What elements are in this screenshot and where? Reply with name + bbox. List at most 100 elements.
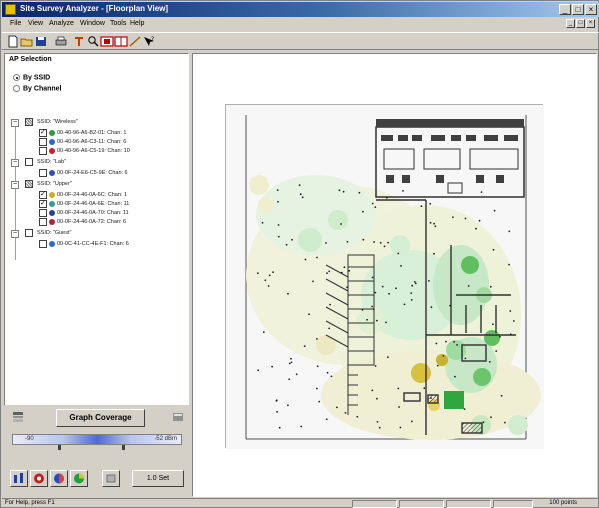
survey-point: [271, 365, 273, 368]
survey-point: [508, 230, 511, 233]
floorplan-canvas[interactable]: [225, 104, 544, 449]
slider-thumb-min[interactable]: [58, 445, 61, 450]
survey-point: [464, 357, 467, 360]
survey-point: [308, 313, 310, 316]
grid-icon[interactable]: [114, 35, 128, 48]
tree-group-ssid[interactable]: − SSID: "Upper": [9, 180, 72, 190]
ap-list-button[interactable]: [10, 470, 28, 487]
survey-point: [336, 406, 338, 409]
radio-by-channel[interactable]: By Channel: [13, 85, 62, 92]
survey-point: [304, 258, 307, 261]
menu-view[interactable]: View: [28, 20, 43, 27]
survey-point: [480, 191, 483, 193]
new-icon[interactable]: [6, 35, 20, 48]
group-checkbox[interactable]: [25, 229, 33, 237]
print-icon[interactable]: [54, 35, 68, 48]
collapse-icon[interactable]: −: [11, 181, 19, 189]
survey-point: [512, 320, 515, 322]
title-bar[interactable]: Site Survey Analyzer - [Floorplan View] …: [2, 2, 599, 17]
signal-range-slider[interactable]: -90 -52 dBm: [12, 434, 182, 445]
survey-point: [276, 411, 278, 413]
menu-tools[interactable]: Tools: [110, 20, 126, 27]
filter-icon[interactable]: [72, 35, 86, 48]
ap-checkbox[interactable]: [39, 209, 47, 217]
group-checkbox[interactable]: [25, 158, 33, 166]
mdi-restore-button[interactable]: □: [576, 19, 585, 28]
group-checkbox[interactable]: [25, 118, 33, 126]
survey-point: [402, 190, 404, 192]
help-icon[interactable]: ?: [142, 35, 156, 48]
ap-color-swatch: [49, 170, 55, 176]
ap-checkbox[interactable]: [39, 199, 47, 208]
tree-ap-item[interactable]: 00-40-96-A6-C5-19: Chan: 10: [39, 147, 130, 156]
mdi-minimize-button[interactable]: _: [566, 19, 575, 28]
ap-checkbox[interactable]: [39, 147, 47, 155]
survey-point: [495, 350, 498, 352]
ap-icon[interactable]: [100, 35, 114, 48]
floorplan-view[interactable]: [192, 53, 597, 497]
save-icon[interactable]: [34, 35, 48, 48]
signal-view-button[interactable]: [30, 470, 48, 487]
survey-point: [452, 216, 454, 219]
tree-ap-item[interactable]: 00-0F-24-46-0A-70: Chan: 11: [39, 209, 129, 218]
slider-thumb-max[interactable]: [122, 445, 125, 450]
tree-group-ssid[interactable]: − SSID: "Guest": [9, 229, 71, 239]
ap-checkbox[interactable]: [39, 218, 47, 226]
graph-coverage-button[interactable]: Graph Coverage: [56, 409, 145, 427]
set-button[interactable]: 1.0 Set: [132, 470, 184, 487]
menu-help[interactable]: Help: [130, 20, 144, 27]
survey-point: [338, 189, 341, 192]
survey-point: [429, 221, 432, 224]
sinr-view-button[interactable]: [70, 470, 88, 487]
status-bar: For Help, press F1 100 points: [2, 498, 599, 508]
survey-point: [287, 404, 289, 407]
tree-ap-item[interactable]: 00-0F-24-46-0A-6E: Chan: 11: [39, 199, 129, 209]
survey-point: [429, 202, 432, 205]
tree-group-ssid[interactable]: − SSID: "Lab": [9, 158, 66, 168]
measure-icon[interactable]: [128, 35, 142, 48]
menu-file[interactable]: File: [10, 20, 21, 27]
ap-checkbox[interactable]: [39, 128, 47, 137]
group-checkbox[interactable]: [25, 180, 33, 188]
ap-checkbox[interactable]: [39, 169, 47, 177]
close-button[interactable]: ×: [585, 4, 597, 15]
ap-placement-button[interactable]: [102, 470, 120, 487]
tree-group-ssid[interactable]: − SSID: "Wireless": [9, 118, 78, 128]
menu-analyze[interactable]: Analyze: [49, 20, 74, 27]
survey-point: [383, 245, 386, 248]
ap-checkbox[interactable]: [39, 240, 47, 248]
toolbar: ?: [2, 32, 599, 50]
tree-ap-item[interactable]: 00-0F-24-46-0A-72: Chan: 6: [39, 218, 126, 227]
legend-icon[interactable]: [12, 411, 24, 423]
menu-window[interactable]: Window: [80, 20, 105, 27]
survey-point: [316, 256, 318, 259]
channel-view-button[interactable]: [50, 470, 68, 487]
tree-ap-item[interactable]: 00-0F-24-46-0A-6C: Chan: 1: [39, 190, 127, 200]
survey-point: [371, 389, 374, 392]
tree-ap-item[interactable]: 00-40-96-A6-B2-01: Chan: 1: [39, 128, 126, 138]
survey-point: [490, 416, 492, 419]
open-icon[interactable]: [20, 35, 34, 48]
survey-point: [403, 303, 406, 306]
tree-ap-item[interactable]: 00-0F-24-E6-C5-9E: Chan: 6: [39, 169, 128, 178]
radio-by-ssid[interactable]: By SSID: [13, 74, 50, 81]
survey-point: [397, 252, 400, 255]
settings-icon[interactable]: [172, 411, 184, 423]
mdi-close-button[interactable]: ×: [586, 19, 595, 28]
survey-point: [358, 191, 361, 194]
survey-point: [456, 344, 458, 346]
zoom-icon[interactable]: [86, 35, 100, 48]
survey-point: [492, 323, 494, 326]
maximize-button[interactable]: □: [572, 4, 584, 15]
ap-checkbox[interactable]: [39, 138, 47, 146]
minimize-button[interactable]: _: [559, 4, 571, 15]
survey-point: [442, 355, 445, 357]
menu-bar: File View Analyze Window Tools Help _ □ ×: [2, 18, 599, 31]
ap-checkbox[interactable]: [39, 190, 47, 199]
collapse-icon[interactable]: −: [11, 230, 19, 238]
tree-ap-item[interactable]: 00-0C-41-CC-4E-F1: Chan: 6: [39, 240, 129, 249]
collapse-icon[interactable]: −: [11, 159, 19, 167]
collapse-icon[interactable]: −: [11, 119, 19, 127]
survey-point: [290, 361, 293, 364]
tree-ap-item[interactable]: 00-40-96-A6-C3-11: Chan: 6: [39, 138, 126, 147]
